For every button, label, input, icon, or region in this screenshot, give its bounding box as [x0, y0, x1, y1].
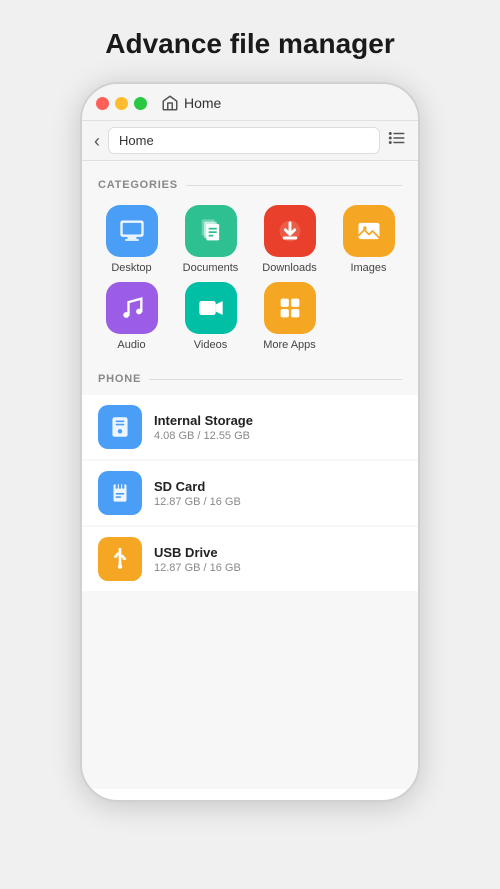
desktop-icon [118, 217, 146, 245]
top-bar: Home [82, 84, 418, 121]
phone-storage-list: Internal Storage 4.08 GB / 12.55 GB [82, 391, 418, 597]
internal-storage-icon [98, 405, 142, 449]
category-more-apps[interactable]: More Apps [254, 282, 325, 351]
internal-storage-name: Internal Storage [154, 413, 402, 428]
downloads-icon-bg [264, 205, 316, 257]
topbar-home-label: Home [184, 95, 221, 111]
home-icon [161, 94, 179, 112]
list-view-icon[interactable] [388, 129, 406, 152]
audio-icon [118, 294, 146, 322]
documents-label: Documents [183, 262, 239, 274]
desktop-label: Desktop [111, 262, 151, 274]
category-videos[interactable]: Videos [175, 282, 246, 351]
sdcard-svg [107, 480, 133, 506]
sdcard-name: SD Card [154, 479, 402, 494]
videos-icon-bg [185, 282, 237, 334]
videos-label: Videos [194, 339, 227, 351]
storage-sdcard[interactable]: SD Card 12.87 GB / 16 GB [82, 461, 418, 525]
phone-header: PHONE [82, 365, 418, 391]
usb-info: USB Drive 12.87 GB / 16 GB [154, 545, 402, 574]
audio-label: Audio [117, 339, 145, 351]
internal-storage-info: Internal Storage 4.08 GB / 12.55 GB [154, 413, 402, 442]
documents-icon [197, 217, 225, 245]
categories-header: CATEGORIES [82, 171, 418, 197]
address-input[interactable] [108, 127, 380, 154]
dot-yellow[interactable] [115, 97, 128, 110]
desktop-icon-bg [106, 205, 158, 257]
storage-usb[interactable]: USB Drive 12.87 GB / 16 GB [82, 527, 418, 591]
more-apps-icon-bg [264, 282, 316, 334]
category-images[interactable]: Images [333, 205, 404, 274]
usb-icon [98, 537, 142, 581]
sdcard-size: 12.87 GB / 16 GB [154, 496, 402, 508]
category-documents[interactable]: Documents [175, 205, 246, 274]
images-icon-bg [343, 205, 395, 257]
category-downloads[interactable]: Downloads [254, 205, 325, 274]
internal-storage-size: 4.08 GB / 12.55 GB [154, 430, 402, 442]
usb-size: 12.87 GB / 16 GB [154, 562, 402, 574]
downloads-icon [276, 217, 304, 245]
more-apps-label: More Apps [263, 339, 316, 351]
back-button[interactable]: ‹ [94, 132, 100, 150]
storage-internal[interactable]: Internal Storage 4.08 GB / 12.55 GB [82, 395, 418, 459]
downloads-label: Downloads [262, 262, 316, 274]
dot-red[interactable] [96, 97, 109, 110]
videos-icon [197, 294, 225, 322]
phone-frame: Home ‹ CATEGORIES [80, 82, 420, 802]
dot-green[interactable] [134, 97, 147, 110]
usb-name: USB Drive [154, 545, 402, 560]
home-nav: Home [161, 94, 221, 112]
images-label: Images [350, 262, 386, 274]
images-icon [355, 217, 383, 245]
sdcard-info: SD Card 12.87 GB / 16 GB [154, 479, 402, 508]
content-area: CATEGORIES Desktop [82, 161, 418, 789]
address-bar: ‹ [82, 121, 418, 161]
audio-icon-bg [106, 282, 158, 334]
documents-icon-bg [185, 205, 237, 257]
sdcard-icon [98, 471, 142, 515]
internal-storage-svg [107, 414, 133, 440]
category-desktop[interactable]: Desktop [96, 205, 167, 274]
category-audio[interactable]: Audio [96, 282, 167, 351]
page-title: Advance file manager [105, 28, 394, 60]
more-apps-icon [276, 294, 304, 322]
usb-svg [107, 546, 133, 572]
categories-grid: Desktop Documents [82, 197, 418, 365]
